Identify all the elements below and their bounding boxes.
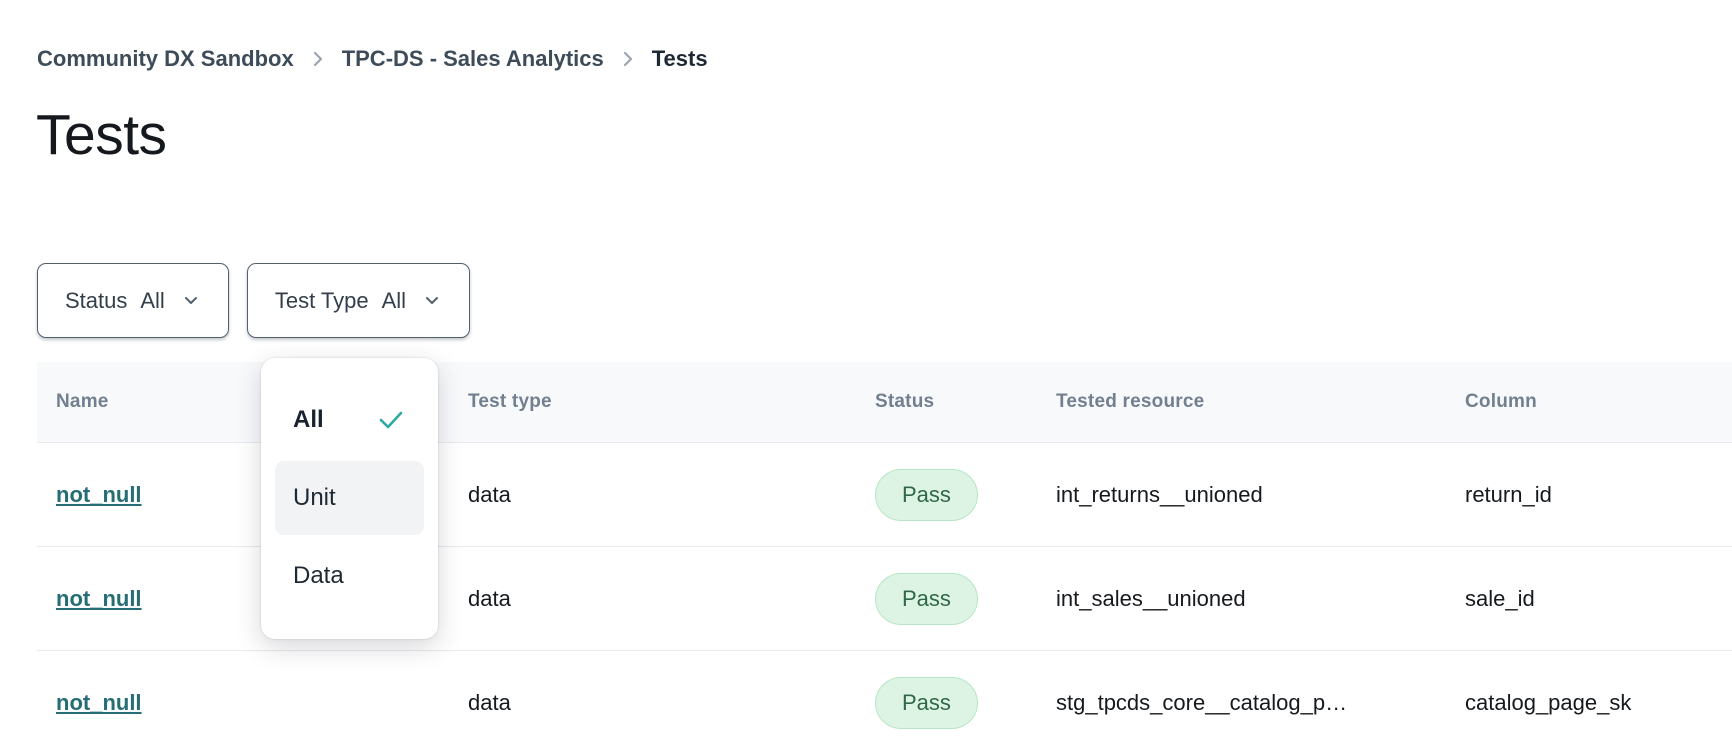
menu-item-label: Unit	[293, 484, 336, 512]
test-name-link[interactable]: not_null	[56, 586, 142, 612]
breadcrumb: Community DX Sandbox TPC-DS - Sales Anal…	[37, 46, 708, 72]
status-badge: Pass	[875, 573, 978, 625]
column-cell: sale_id	[1446, 586, 1732, 612]
status-filter-value: All	[140, 288, 164, 314]
test-type-dropdown-menu: All Unit Data	[261, 358, 438, 639]
menu-item-label: All	[293, 406, 324, 434]
test-type-cell: data	[449, 690, 856, 716]
column-header-column: Column	[1446, 391, 1732, 413]
test-name-link[interactable]: not_null	[56, 690, 142, 716]
column-cell: catalog_page_sk	[1446, 690, 1732, 716]
check-icon	[376, 407, 406, 433]
menu-item-label: Data	[293, 562, 344, 590]
test-type-filter-button[interactable]: Test Type All	[247, 263, 470, 338]
test-type-filter-label: Test Type	[275, 288, 369, 314]
filter-bar: Status All Test Type All	[37, 263, 470, 338]
table-row: not_null data Pass stg_tpcds_core__catal…	[37, 651, 1732, 755]
status-filter-button[interactable]: Status All	[37, 263, 229, 338]
status-badge: Pass	[875, 677, 978, 729]
tested-resource-cell: stg_tpcds_core__catalog_p…	[1037, 690, 1446, 716]
column-header-tested-resource: Tested resource	[1037, 391, 1446, 413]
column-cell: return_id	[1446, 482, 1732, 508]
status-badge: Pass	[875, 469, 978, 521]
menu-item-unit[interactable]: Unit	[275, 461, 424, 535]
chevron-right-icon	[620, 48, 636, 70]
menu-item-data[interactable]: Data	[275, 539, 424, 613]
tested-resource-cell: int_sales__unioned	[1037, 586, 1446, 612]
chevron-down-icon	[181, 294, 201, 308]
menu-item-all[interactable]: All	[275, 383, 424, 457]
breadcrumb-item-workspace[interactable]: Community DX Sandbox	[37, 46, 294, 72]
chevron-right-icon	[310, 48, 326, 70]
breadcrumb-item-project[interactable]: TPC-DS - Sales Analytics	[342, 46, 604, 72]
column-header-status: Status	[856, 391, 1037, 413]
page-title: Tests	[36, 102, 167, 168]
test-type-cell: data	[449, 482, 856, 508]
breadcrumb-item-current: Tests	[652, 46, 708, 72]
test-name-link[interactable]: not_null	[56, 482, 142, 508]
status-filter-label: Status	[65, 288, 127, 314]
test-type-filter-value: All	[382, 288, 406, 314]
column-header-test-type: Test type	[449, 391, 856, 413]
test-type-cell: data	[449, 586, 856, 612]
chevron-down-icon	[422, 294, 442, 308]
tested-resource-cell: int_returns__unioned	[1037, 482, 1446, 508]
